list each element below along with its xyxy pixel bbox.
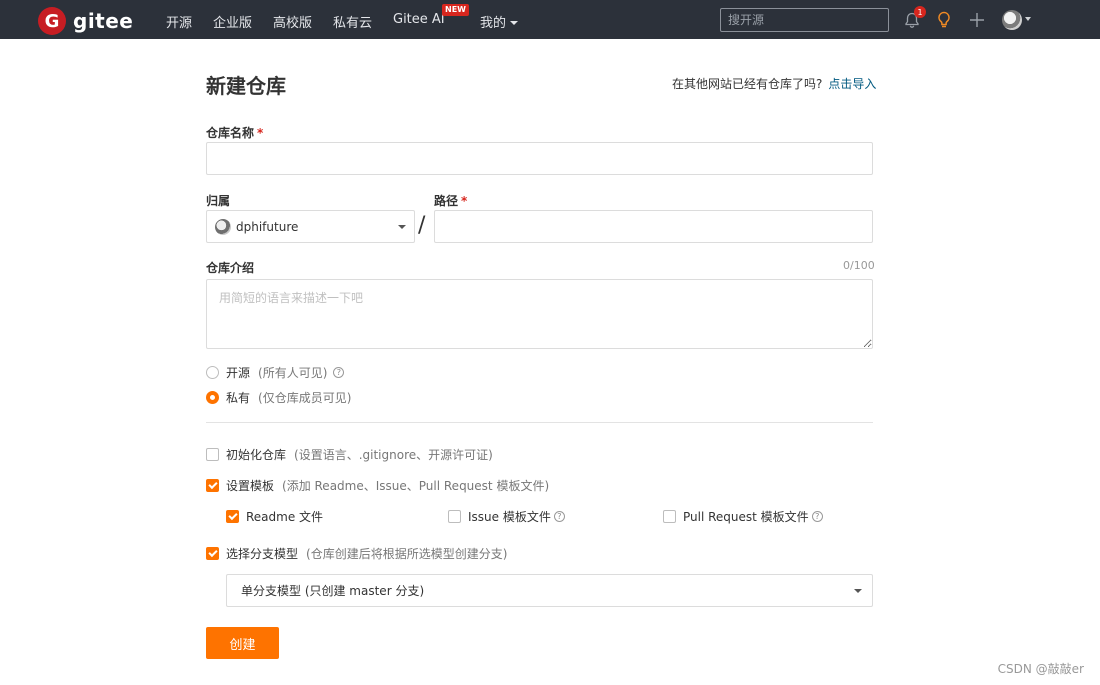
readme-checkbox[interactable]	[226, 510, 239, 523]
option-note: (所有人可见)	[258, 366, 328, 380]
gitee-logo[interactable]: G gitee	[38, 7, 133, 35]
nav-item-gitee-ai[interactable]: Gitee AI	[393, 12, 445, 27]
branch-model-checkbox[interactable]	[206, 547, 219, 560]
option-label: Pull Request 模板文件	[683, 510, 809, 524]
path-separator: /	[418, 213, 426, 238]
lightbulb-button[interactable]	[933, 9, 955, 31]
search-input[interactable]	[720, 8, 889, 32]
option-label: 初始化仓库	[226, 448, 287, 462]
path-label: 路径 *	[434, 192, 467, 209]
repo-name-input[interactable]	[206, 142, 873, 175]
description-label: 仓库介绍	[206, 261, 255, 275]
repo-path-input[interactable]	[434, 210, 873, 243]
owner-label: 归属	[206, 194, 231, 208]
template-pr-option[interactable]: Pull Request 模板文件 ?	[663, 508, 823, 525]
gitee-logo-mark: G	[38, 7, 66, 35]
template-option[interactable]: 设置模板 (添加 Readme、Issue、Pull Request 模板文件)	[206, 477, 549, 494]
option-label: Readme 文件	[246, 510, 324, 524]
branch-model-select[interactable]: 单分支模型 (只创建 master 分支)	[226, 574, 873, 607]
page-title: 新建仓库	[206, 74, 286, 98]
option-note: (仅仓库成员可见)	[258, 391, 352, 405]
watermark: CSDN @敲敲er	[997, 662, 1084, 676]
create-button[interactable]: 创建	[206, 627, 279, 659]
nav-item-education[interactable]: 高校版	[273, 12, 312, 31]
option-note: (添加 Readme、Issue、Pull Request 模板文件)	[282, 479, 550, 493]
help-icon[interactable]: ?	[553, 511, 565, 522]
nav-item-enterprise[interactable]: 企业版	[213, 12, 252, 31]
lightbulb-icon	[938, 11, 950, 28]
path-label-text: 路径	[434, 194, 459, 208]
pr-template-checkbox[interactable]	[663, 510, 676, 523]
owner-name: dphifuture	[236, 219, 299, 234]
gitee-logo-text: gitee	[73, 9, 134, 33]
chevron-down-icon	[510, 21, 519, 25]
required-mark: *	[461, 194, 468, 208]
template-checkbox[interactable]	[206, 479, 219, 492]
radio-private[interactable]	[206, 391, 219, 404]
user-avatar[interactable]	[1002, 10, 1022, 30]
branch-model-option[interactable]: 选择分支模型 (仓库创建后将根据所选模型创建分支)	[206, 545, 507, 562]
new-badge: NEW	[442, 4, 469, 16]
plus-icon	[970, 13, 984, 27]
radio-public[interactable]	[206, 366, 219, 379]
option-note: (设置语言、.gitignore、开源许可证)	[294, 448, 493, 462]
option-label: 设置模板	[226, 479, 275, 493]
option-label: 私有	[226, 391, 251, 405]
owner-avatar	[215, 218, 231, 235]
description-counter: 0/100	[843, 259, 875, 272]
option-note: (仓库创建后将根据所选模型创建分支)	[306, 547, 508, 561]
issue-template-checkbox[interactable]	[448, 510, 461, 523]
option-label: 开源	[226, 366, 251, 380]
help-icon[interactable]: ?	[811, 511, 823, 522]
branch-model-value: 单分支模型 (只创建 master 分支)	[241, 584, 425, 598]
init-repo-option[interactable]: 初始化仓库 (设置语言、.gitignore、开源许可证)	[206, 446, 493, 463]
repo-name-label-text: 仓库名称	[206, 126, 255, 140]
visibility-option-public[interactable]: 开源 (所有人可见) ?	[206, 364, 345, 381]
description-textarea[interactable]	[206, 279, 873, 349]
notification-count-badge: 1	[914, 6, 926, 18]
import-link[interactable]: 点击导入	[828, 77, 876, 91]
create-new-button[interactable]	[966, 9, 988, 31]
nav-item-mine[interactable]: 我的	[480, 12, 519, 31]
import-hint: 在其他网站已经有仓库了吗? 点击导入	[672, 75, 876, 92]
top-navbar: G gitee 开源 企业版 高校版 私有云 Gitee AI NEW 我的 1	[0, 0, 1100, 39]
visibility-option-private[interactable]: 私有 (仅仓库成员可见)	[206, 389, 351, 406]
chevron-down-icon	[398, 225, 406, 229]
option-label: 选择分支模型	[226, 547, 299, 561]
section-divider	[206, 422, 873, 423]
user-menu-caret-icon[interactable]	[1025, 17, 1031, 21]
chevron-down-icon	[854, 589, 862, 593]
template-readme-option[interactable]: Readme 文件	[226, 508, 323, 525]
help-icon[interactable]: ?	[333, 367, 345, 378]
nav-item-mine-label: 我的	[480, 16, 507, 31]
init-repo-checkbox[interactable]	[206, 448, 219, 461]
repo-name-label: 仓库名称 *	[206, 124, 263, 141]
nav-item-private-cloud[interactable]: 私有云	[333, 12, 372, 31]
required-mark: *	[257, 126, 264, 140]
import-hint-text: 在其他网站已经有仓库了吗?	[672, 77, 823, 91]
option-label: Issue 模板文件	[468, 510, 551, 524]
nav-item-open-source[interactable]: 开源	[166, 12, 192, 31]
owner-select[interactable]: dphifuture	[206, 210, 415, 243]
template-issue-option[interactable]: Issue 模板文件 ?	[448, 508, 565, 525]
